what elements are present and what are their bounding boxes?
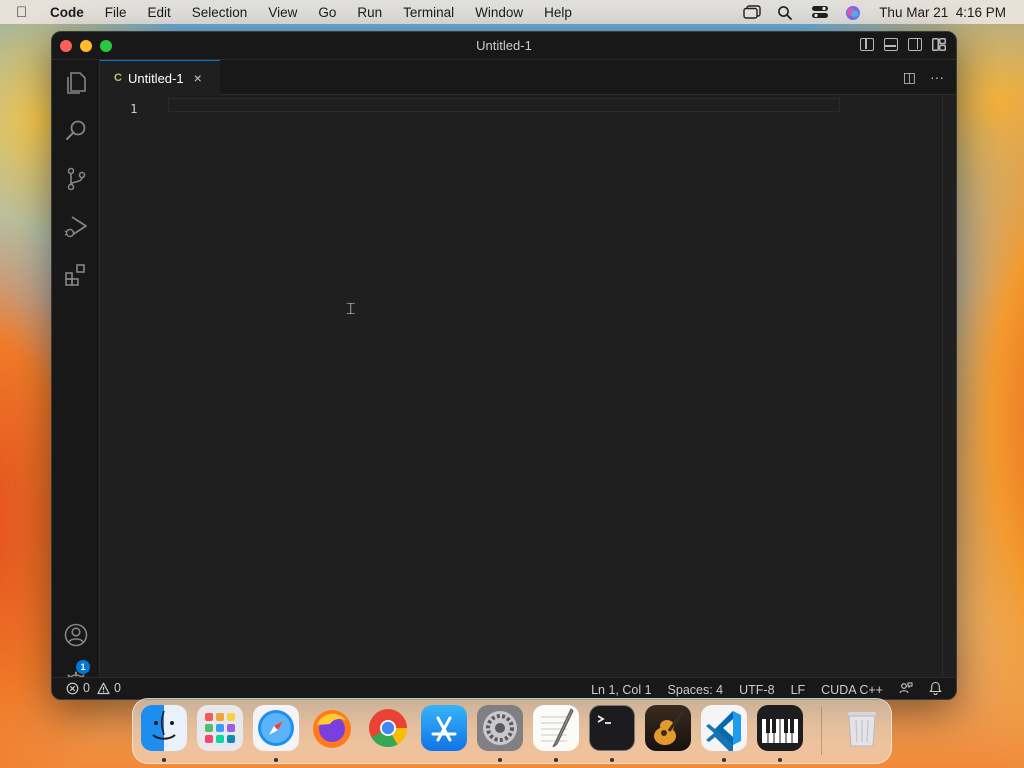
tab-label: Untitled-1 xyxy=(127,70,184,86)
control-center-icon[interactable] xyxy=(811,5,829,19)
settings-update-badge: 1 xyxy=(76,660,90,674)
vscode-icon[interactable] xyxy=(701,705,747,755)
code-editor[interactable]: 1 xyxy=(100,95,942,677)
error-count: 0 xyxy=(83,681,90,695)
terminal-icon[interactable] xyxy=(589,705,635,751)
safari-icon[interactable] xyxy=(253,705,299,751)
menu-run[interactable]: Run xyxy=(357,5,382,20)
window-title: Untitled-1 xyxy=(476,38,532,53)
finder-icon[interactable] xyxy=(141,705,187,751)
mouse-cursor: ⌶ xyxy=(346,299,356,318)
tab-untitled-1[interactable]: C Untitled-1 × xyxy=(100,60,220,95)
menu-edit[interactable]: Edit xyxy=(148,5,171,20)
piano-running-dot xyxy=(778,758,782,762)
textedit-running-dot xyxy=(554,758,558,762)
more-actions-icon[interactable]: ··· xyxy=(930,69,944,86)
dock-separator xyxy=(821,707,822,755)
menu-selection[interactable]: Selection xyxy=(192,5,248,20)
warning-icon xyxy=(97,682,110,694)
cursor-position[interactable]: Ln 1, Col 1 xyxy=(591,683,651,697)
split-editor-icon[interactable]: ◫ xyxy=(903,69,916,86)
feedback-icon[interactable] xyxy=(899,681,913,698)
indentation[interactable]: Spaces: 4 xyxy=(668,683,724,697)
garageband-icon[interactable] xyxy=(645,705,691,751)
menu-window[interactable]: Window xyxy=(475,5,523,20)
menu-app-name[interactable]: Code xyxy=(50,5,84,20)
notifications-bell-icon[interactable] xyxy=(929,681,942,698)
apple-icon[interactable]:  xyxy=(16,4,36,21)
menu-file[interactable]: File xyxy=(105,5,127,20)
firefox-icon[interactable] xyxy=(309,705,355,751)
menu-view[interactable]: View xyxy=(268,5,297,20)
cuda-file-icon: C xyxy=(114,72,122,84)
error-icon xyxy=(66,682,79,694)
encoding[interactable]: UTF-8 xyxy=(739,683,774,697)
toggle-secondary-sidebar-icon[interactable] xyxy=(908,38,922,51)
dock xyxy=(132,698,892,764)
accounts-icon[interactable] xyxy=(63,622,89,648)
menu-clock[interactable]: Thu Mar 21 4:16 PM xyxy=(879,5,1006,20)
extensions-icon[interactable] xyxy=(63,262,89,288)
warning-count: 0 xyxy=(113,681,121,695)
spotlight-icon[interactable] xyxy=(777,5,795,20)
editor-tab-bar: C Untitled-1 × ◫ ··· xyxy=(100,60,956,95)
source-control-icon[interactable] xyxy=(63,166,89,192)
editor-scrollbar[interactable] xyxy=(942,95,956,677)
toggle-primary-sidebar-icon[interactable] xyxy=(860,38,874,51)
menu-bar:  Code File Edit Selection View Go Run T… xyxy=(0,0,1024,24)
title-bar: Untitled-1 xyxy=(52,32,956,60)
run-debug-icon[interactable] xyxy=(63,214,89,240)
vscode-running-dot xyxy=(722,758,726,762)
launchpad-icon[interactable] xyxy=(197,705,243,751)
activity-bar xyxy=(52,60,100,695)
trash-icon[interactable] xyxy=(839,705,885,751)
explorer-icon[interactable] xyxy=(63,70,89,96)
menu-terminal[interactable]: Terminal xyxy=(403,5,454,20)
chrome-icon[interactable] xyxy=(365,705,411,751)
toggle-panel-icon[interactable] xyxy=(884,38,898,51)
search-icon[interactable] xyxy=(63,118,89,144)
line-number: 1 xyxy=(130,101,138,116)
finder-running-dot xyxy=(162,758,166,762)
status-bar: 0 0 Ln 1, Col 1 Spaces: 4 UTF-8 LF CUDA … xyxy=(52,677,956,699)
app-store-icon[interactable] xyxy=(421,705,467,751)
problems-status[interactable]: 0 0 xyxy=(66,681,121,695)
menu-help[interactable]: Help xyxy=(544,5,572,20)
close-tab-icon[interactable]: × xyxy=(194,70,202,86)
settings-running-dot xyxy=(498,758,502,762)
customize-layout-icon[interactable] xyxy=(932,38,946,51)
end-of-line[interactable]: LF xyxy=(791,683,806,697)
piano-icon[interactable] xyxy=(757,705,803,751)
vscode-window: Untitled-1 1 C Untitled-1 × ◫ ··· 1 0 0 … xyxy=(51,31,957,700)
language-mode[interactable]: CUDA C++ xyxy=(821,683,883,697)
system-settings-icon[interactable] xyxy=(477,705,523,751)
siri-icon[interactable] xyxy=(845,5,863,20)
menu-go[interactable]: Go xyxy=(318,5,336,20)
window-icon[interactable] xyxy=(743,5,761,19)
textedit-icon[interactable] xyxy=(533,705,579,751)
safari-running-dot xyxy=(274,758,278,762)
current-line-highlight xyxy=(168,98,840,112)
terminal-running-dot xyxy=(610,758,614,762)
